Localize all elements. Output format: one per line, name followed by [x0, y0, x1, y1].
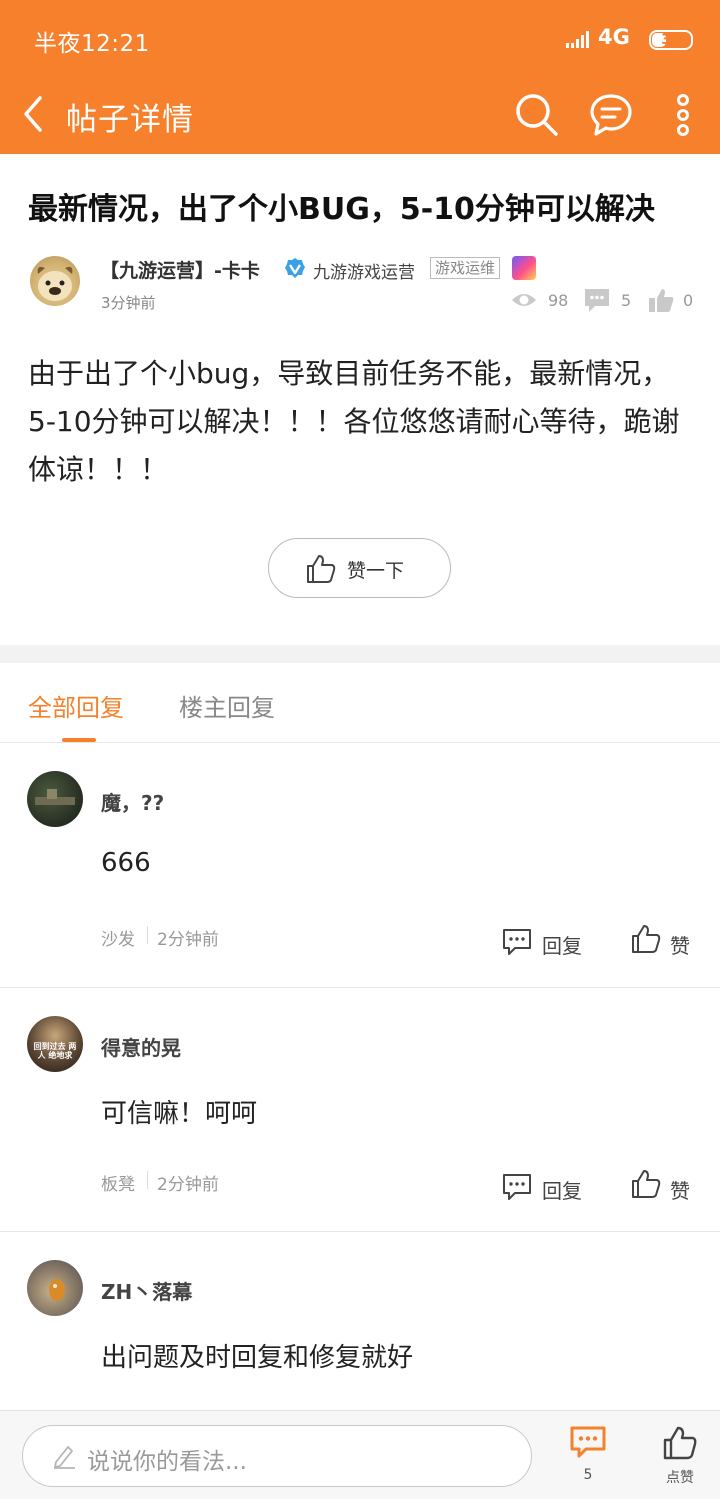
signal-icon	[566, 31, 589, 48]
tab-all-replies[interactable]: 全部回复	[28, 688, 124, 723]
avatar-caption: 回到过去 两人 绝地求	[33, 1042, 77, 1060]
comment-like-button[interactable]: 赞	[630, 923, 700, 961]
reply-button[interactable]: 回复	[502, 925, 602, 961]
author-org: 九游游戏运营	[313, 263, 415, 283]
app-header: 半夜12:21 4G 37 帖子详情	[0, 0, 720, 154]
status-bar: 半夜12:21 4G 37	[0, 0, 720, 78]
commenter-name[interactable]: 魔，??	[101, 787, 164, 816]
comment-item: ZH丶落幕 出问题及时回复和修复就好	[0, 1232, 720, 1410]
page-title: 帖子详情	[66, 102, 194, 138]
comment-input-placeholder: 说说你的看法...	[87, 1449, 247, 1475]
post-time: 3分钟前	[101, 294, 156, 312]
meta-separator	[147, 926, 148, 944]
comment-floor: 板凳	[101, 1175, 135, 1195]
nav-bar: 帖子详情	[0, 78, 720, 154]
thumbs-up-icon	[632, 925, 661, 953]
comment-text: 可信嘛！呵呵	[101, 1099, 258, 1129]
battery-icon: 37	[649, 30, 693, 50]
comment-count: 5	[621, 291, 632, 310]
comment-like-button[interactable]: 赞	[630, 1168, 700, 1206]
bottom-like-label: 点赞	[666, 1470, 694, 1486]
post-title: 最新情况，出了个小BUG，5-10分钟可以解决	[28, 192, 655, 227]
view-count: 98	[548, 291, 569, 310]
post-body: 由于出了个小bug，导致目前任务不能，最新情况，5-10分钟可以解决！！！各位悠…	[28, 357, 680, 486]
reply-button[interactable]: 回复	[502, 1170, 602, 1206]
commenter-avatar[interactable]	[27, 1260, 83, 1316]
author-role-badge: 游戏运维	[430, 257, 501, 279]
verified-icon	[285, 258, 305, 278]
comment-icon	[570, 1426, 606, 1458]
comment-icon	[585, 289, 609, 312]
view-comments-button[interactable]: 5	[566, 1425, 610, 1487]
comment-item: 魔，?? 666 沙发 2分钟前 回复 赞	[0, 743, 720, 988]
status-time: 半夜12:21	[34, 31, 150, 57]
more-icon[interactable]	[668, 92, 698, 138]
comment-input[interactable]: 说说你的看法...	[22, 1425, 532, 1487]
section-divider	[0, 645, 720, 663]
thumbs-up-icon	[663, 1426, 697, 1460]
comment-item: 回到过去 两人 绝地求 得意的晃 可信嘛！呵呵 板凳 2分钟前 回复 赞	[0, 988, 720, 1232]
reply-label: 回复	[542, 1179, 582, 1203]
commenter-avatar[interactable]	[27, 771, 83, 827]
like-post-label: 赞一下	[347, 560, 405, 582]
eye-icon	[512, 294, 536, 306]
back-arrow-icon[interactable]	[18, 92, 54, 136]
thumbs-up-icon	[632, 1170, 661, 1198]
comment-time: 2分钟前	[157, 1175, 219, 1195]
meta-separator	[147, 1171, 148, 1189]
comment-time: 2分钟前	[157, 930, 219, 950]
author-avatar[interactable]	[30, 256, 80, 306]
thumbs-up-icon	[649, 289, 674, 312]
network-label: 4G	[598, 25, 630, 49]
pencil-icon	[54, 1446, 75, 1469]
bottom-comment-count: 5	[583, 1467, 593, 1483]
comment-text: 出问题及时回复和修复就好	[101, 1343, 414, 1373]
like-count: 0	[683, 291, 694, 310]
reply-label: 回复	[542, 934, 582, 958]
commenter-name[interactable]: ZH丶落幕	[101, 1276, 192, 1305]
commenter-name[interactable]: 得意的晃	[101, 1032, 181, 1061]
game-badge-icon	[512, 256, 536, 280]
battery-level: 37	[661, 32, 681, 48]
comment-floor: 沙发	[101, 930, 135, 950]
search-icon[interactable]	[514, 92, 560, 138]
comment-text: 666	[101, 848, 151, 878]
comment-like-label: 赞	[670, 1179, 690, 1203]
comment-like-label: 赞	[670, 934, 690, 958]
commenter-avatar[interactable]: 回到过去 两人 绝地求	[27, 1016, 83, 1072]
reply-icon	[503, 1174, 531, 1200]
author-name[interactable]: 【九游运营】-卡卡	[100, 256, 260, 283]
bottom-bar: 说说你的看法... 5 点赞	[0, 1410, 720, 1499]
tab-op-replies[interactable]: 楼主回复	[179, 688, 275, 723]
bottom-like-button[interactable]: 点赞	[656, 1425, 704, 1487]
message-icon[interactable]	[588, 92, 634, 138]
thumbs-up-icon	[307, 555, 336, 583]
like-post-button[interactable]: 赞一下	[268, 538, 451, 598]
reply-icon	[503, 929, 531, 955]
